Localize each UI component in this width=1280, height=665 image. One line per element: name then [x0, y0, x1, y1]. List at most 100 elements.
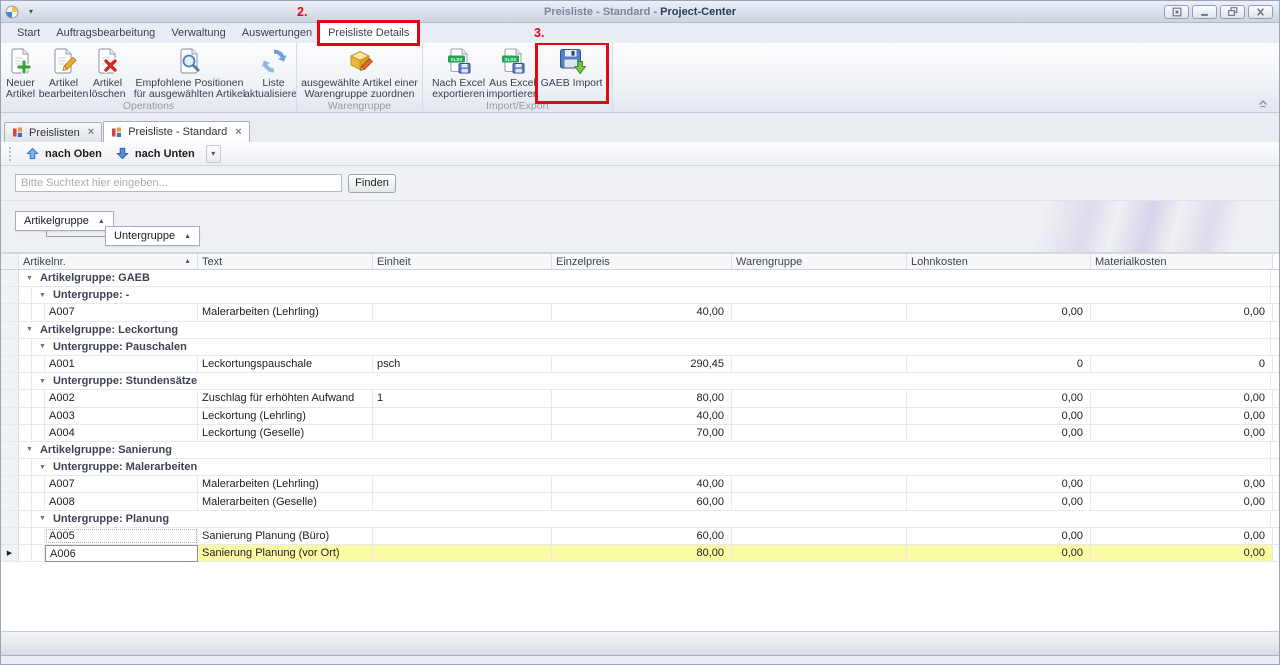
table-row[interactable]: A001Leckortungspauschalepsch290,4500: [1, 356, 1279, 373]
group-row[interactable]: ▼Artikelgruppe: Leckortung: [1, 322, 1279, 339]
collapse-triangle-icon[interactable]: ▼: [39, 378, 46, 385]
cell-text[interactable]: Leckortungspauschale: [198, 356, 373, 372]
ribbon-tab-auftragsbearbeitung[interactable]: Auftragsbearbeitung: [48, 23, 163, 43]
toolbar-overflow-button[interactable]: ▾: [206, 145, 221, 163]
group-by-untergruppe[interactable]: Untergruppe ▲: [105, 226, 200, 246]
cell-warengruppe[interactable]: [732, 493, 907, 509]
cell-warengruppe[interactable]: [732, 545, 907, 561]
cell-lohnkosten[interactable]: 0,00: [907, 390, 1091, 406]
cell-nr[interactable]: A003: [45, 408, 198, 424]
group-row[interactable]: ▼Artikelgruppe: GAEB: [1, 270, 1279, 287]
cell-text[interactable]: Malerarbeiten (Geselle): [198, 493, 373, 509]
ribbon-tab-start[interactable]: Start: [9, 23, 48, 43]
cell-warengruppe[interactable]: [732, 408, 907, 424]
cell-materialkosten[interactable]: 0: [1091, 356, 1273, 372]
cell-einzelpreis[interactable]: 40,00: [552, 408, 732, 424]
document-tab-preisliste-standard[interactable]: Preisliste - Standard×: [103, 121, 249, 142]
cell-materialkosten[interactable]: 0,00: [1091, 304, 1273, 320]
table-row[interactable]: A007Malerarbeiten (Lehrling)40,000,000,0…: [1, 304, 1279, 321]
move-up-button[interactable]: nach Oben: [19, 145, 109, 162]
table-row[interactable]: A007Malerarbeiten (Lehrling)40,000,000,0…: [1, 476, 1279, 493]
button-nach-excel-exportieren[interactable]: XLSXNach Excel exportieren: [431, 46, 487, 100]
cell-einheit[interactable]: [373, 528, 552, 544]
fullscreen-button[interactable]: [1164, 5, 1189, 19]
cell-warengruppe[interactable]: [732, 304, 907, 320]
cell-nr[interactable]: A001: [45, 356, 198, 372]
minimize-button[interactable]: [1192, 5, 1217, 19]
find-button[interactable]: Finden: [348, 174, 396, 193]
cell-warengruppe[interactable]: [732, 356, 907, 372]
cell-einheit[interactable]: [373, 476, 552, 492]
cell-einheit[interactable]: psch: [373, 356, 552, 372]
collapse-triangle-icon[interactable]: ▼: [39, 343, 46, 350]
column-header-lohnkosten[interactable]: Lohnkosten: [907, 254, 1091, 269]
cell-materialkosten[interactable]: 0,00: [1091, 545, 1273, 561]
cell-warengruppe[interactable]: [732, 425, 907, 441]
cell-einzelpreis[interactable]: 70,00: [552, 425, 732, 441]
close-tab-icon[interactable]: ×: [235, 128, 241, 137]
close-tab-icon[interactable]: ×: [88, 128, 94, 137]
table-row[interactable]: A003Leckortung (Lehrling)40,000,000,00: [1, 408, 1279, 425]
table-row[interactable]: A008Malerarbeiten (Geselle)60,000,000,00: [1, 493, 1279, 510]
cell-einzelpreis[interactable]: 80,00: [552, 390, 732, 406]
group-row[interactable]: ▼Untergruppe: Planung: [1, 511, 1279, 528]
cell-warengruppe[interactable]: [732, 390, 907, 406]
toolbar-grip-handle[interactable]: [9, 147, 11, 161]
column-header-warengruppe[interactable]: Warengruppe: [732, 254, 907, 269]
cell-warengruppe[interactable]: [732, 528, 907, 544]
cell-materialkosten[interactable]: 0,00: [1091, 493, 1273, 509]
cell-einheit[interactable]: [373, 425, 552, 441]
cell-text[interactable]: Sanierung Planung (Büro): [198, 528, 373, 544]
ribbon-tab-verwaltung[interactable]: Verwaltung: [163, 23, 233, 43]
cell-materialkosten[interactable]: 0,00: [1091, 528, 1273, 544]
table-row[interactable]: A002Zuschlag für erhöhten Aufwand180,000…: [1, 390, 1279, 407]
cell-materialkosten[interactable]: 0,00: [1091, 476, 1273, 492]
cell-nr[interactable]: A008: [45, 493, 198, 509]
column-header-einzelpreis[interactable]: Einzelpreis: [552, 254, 732, 269]
cell-materialkosten[interactable]: 0,00: [1091, 425, 1273, 441]
group-row[interactable]: ▼Untergruppe: Malerarbeiten: [1, 459, 1279, 476]
cell-lohnkosten[interactable]: 0,00: [907, 304, 1091, 320]
cell-lohnkosten[interactable]: 0,00: [907, 545, 1091, 561]
column-header-artikelnr[interactable]: Artikelnr.▲: [19, 254, 198, 269]
cell-einheit[interactable]: [373, 493, 552, 509]
cell-einheit[interactable]: 1: [373, 390, 552, 406]
cell-materialkosten[interactable]: 0,00: [1091, 408, 1273, 424]
button-empfohlene-positionen-fur-ausgewahlten-artikel[interactable]: Empfohlene Positionen für ausgewählten A…: [129, 46, 251, 100]
column-header-materialkosten[interactable]: Materialkosten: [1091, 254, 1273, 269]
group-row[interactable]: ▼Untergruppe: -: [1, 287, 1279, 304]
collapse-triangle-icon[interactable]: ▼: [39, 464, 46, 471]
group-row[interactable]: ▼Untergruppe: Stundensätze: [1, 373, 1279, 390]
table-row[interactable]: ▶A006Sanierung Planung (vor Ort)80,000,0…: [1, 545, 1279, 562]
cell-lohnkosten[interactable]: 0: [907, 356, 1091, 372]
cell-einheit[interactable]: [373, 408, 552, 424]
button-neuer-artikel[interactable]: Neuer Artikel: [1, 46, 41, 100]
document-tab-preislisten[interactable]: Preislisten×: [4, 122, 102, 142]
cell-einheit[interactable]: [373, 545, 552, 561]
cell-lohnkosten[interactable]: 0,00: [907, 425, 1091, 441]
ribbon-tab-auswertungen[interactable]: Auswertungen: [234, 23, 320, 43]
button-ausgewahlte-artikel-einer-warengruppe-zuordnen[interactable]: ausgewählte Artikel einer Warengruppe zu…: [299, 46, 421, 100]
button-gaeb-import[interactable]: GAEB Import: [539, 46, 605, 100]
ribbon-collapse-chevron-icon[interactable]: [1255, 97, 1271, 109]
cell-lohnkosten[interactable]: 0,00: [907, 528, 1091, 544]
button-liste-aktualisieren[interactable]: Liste aktualisieren: [251, 46, 297, 100]
cell-einzelpreis[interactable]: 60,00: [552, 528, 732, 544]
cell-lohnkosten[interactable]: 0,00: [907, 476, 1091, 492]
cell-warengruppe[interactable]: [732, 476, 907, 492]
collapse-triangle-icon[interactable]: ▼: [39, 292, 46, 299]
cell-text[interactable]: Sanierung Planung (vor Ort): [198, 545, 373, 561]
cell-text[interactable]: Zuschlag für erhöhten Aufwand: [198, 390, 373, 406]
button-artikel-bearbeiten[interactable]: Artikel bearbeiten: [41, 46, 87, 100]
group-row[interactable]: ▼Artikelgruppe: Sanierung: [1, 442, 1279, 459]
close-button[interactable]: [1248, 5, 1273, 19]
search-input[interactable]: [15, 174, 342, 192]
button-artikel-loschen[interactable]: Artikel löschen: [87, 46, 129, 100]
table-row[interactable]: A004Leckortung (Geselle)70,000,000,00: [1, 425, 1279, 442]
group-row[interactable]: ▼Untergruppe: Pauschalen: [1, 339, 1279, 356]
cell-nr[interactable]: A004: [45, 425, 198, 441]
cell-nr[interactable]: A005: [45, 528, 198, 544]
collapse-triangle-icon[interactable]: ▼: [39, 515, 46, 522]
cell-nr[interactable]: A007: [45, 304, 198, 320]
restore-button[interactable]: [1220, 5, 1245, 19]
